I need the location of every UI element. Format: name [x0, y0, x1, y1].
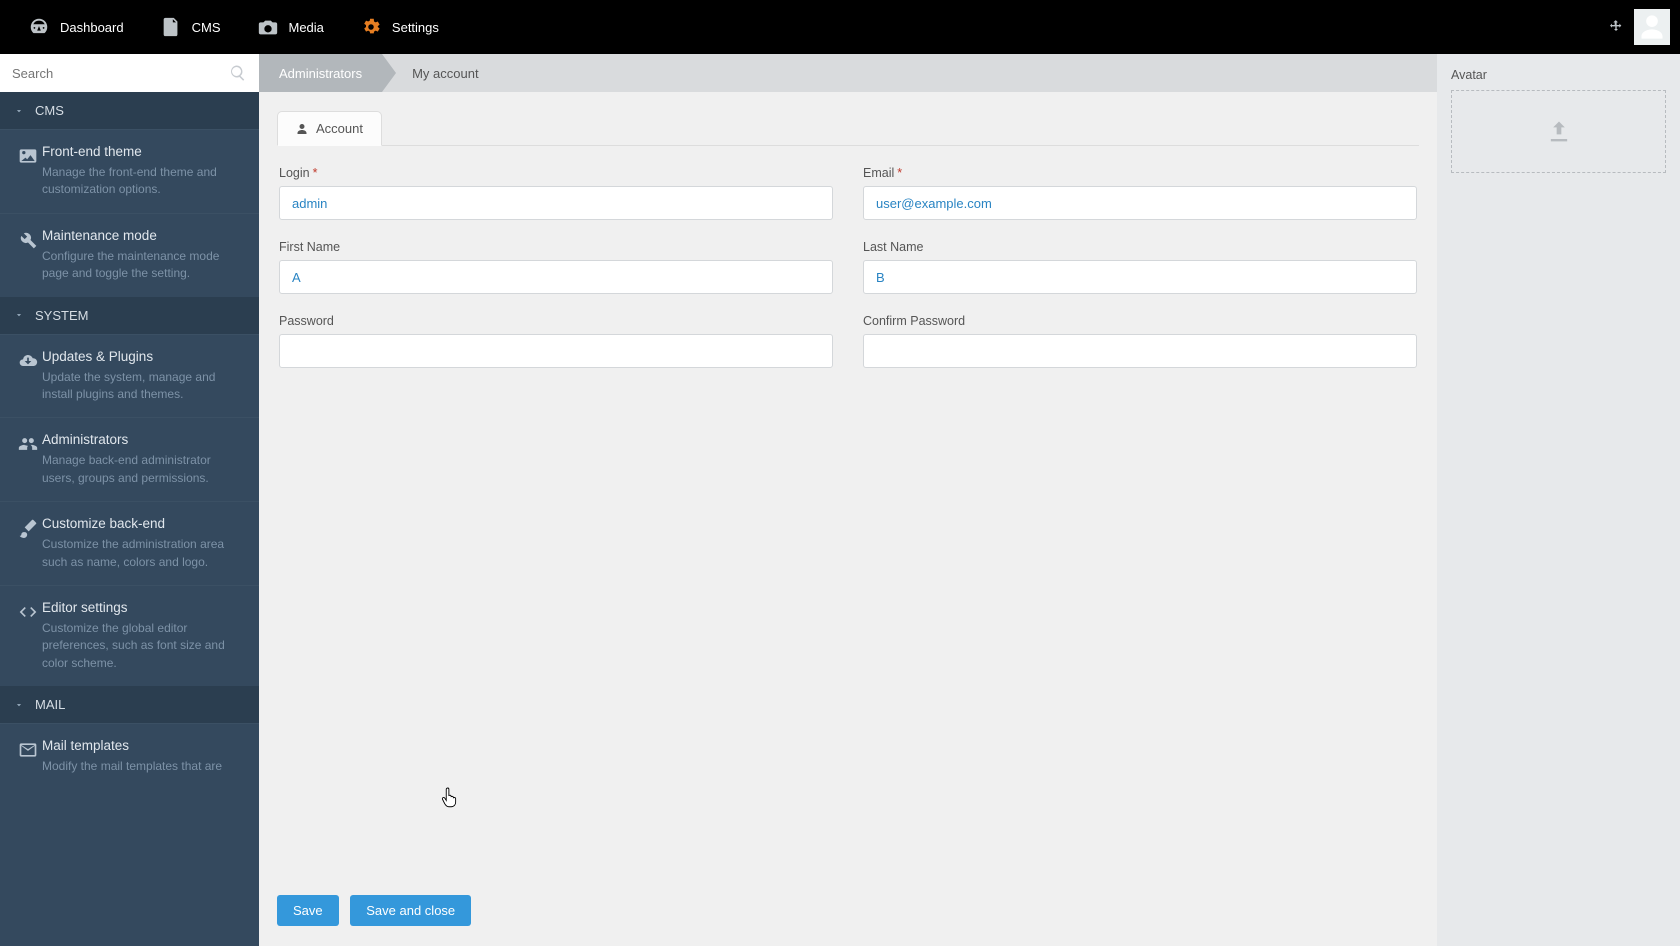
label-confirm-password: Confirm Password [863, 314, 1417, 328]
nav-label: Media [289, 20, 324, 35]
nav-label: Dashboard [60, 20, 124, 35]
wrench-icon [14, 230, 42, 283]
sidebar-item-updates[interactable]: Updates & Plugins Update the system, man… [0, 334, 259, 418]
search-icon[interactable] [229, 64, 247, 82]
sidebar-item-frontend-theme[interactable]: Front-end theme Manage the front-end the… [0, 129, 259, 213]
sidebar-item-editor-settings[interactable]: Editor settings Customize the global edi… [0, 585, 259, 686]
chevron-down-icon [14, 700, 24, 710]
nav-label: CMS [192, 20, 221, 35]
nav-dashboard[interactable]: Dashboard [10, 0, 142, 54]
chevron-down-icon [14, 106, 24, 116]
sidebar-section-system[interactable]: SYSTEM [0, 297, 259, 334]
input-confirm-password[interactable] [863, 334, 1417, 368]
input-last-name[interactable] [863, 260, 1417, 294]
label-last-name: Last Name [863, 240, 1417, 254]
right-panel: Avatar [1437, 54, 1680, 946]
sidebar-item-title: Editor settings [42, 600, 245, 615]
top-nav: Dashboard CMS Media Settings [0, 0, 1680, 54]
breadcrumb-my-account: My account [382, 54, 498, 92]
input-login[interactable] [279, 186, 833, 220]
pages-icon [160, 16, 182, 38]
sidebar-item-maintenance[interactable]: Maintenance mode Configure the maintenan… [0, 213, 259, 297]
section-label: MAIL [35, 697, 65, 712]
input-password[interactable] [279, 334, 833, 368]
save-and-close-button[interactable]: Save and close [350, 895, 471, 926]
sidebar-item-desc: Customize the administration area such a… [42, 536, 245, 571]
envelope-icon [14, 740, 42, 775]
upload-icon [1545, 118, 1573, 146]
camera-icon [257, 16, 279, 38]
sidebar-item-desc: Customize the global editor preferences,… [42, 620, 245, 672]
sidebar-item-desc: Configure the maintenance mode page and … [42, 248, 245, 283]
sidebar: CMS Front-end theme Manage the front-end… [0, 54, 259, 946]
nav-cms[interactable]: CMS [142, 0, 239, 54]
sidebar-item-mail-templates[interactable]: Mail templates Modify the mail templates… [0, 723, 259, 789]
nav-label: Settings [392, 20, 439, 35]
tab-label: Account [316, 121, 363, 136]
nav-media[interactable]: Media [239, 0, 342, 54]
label-email: Email* [863, 166, 1417, 180]
nav-settings[interactable]: Settings [342, 0, 457, 54]
cloud-download-icon [14, 351, 42, 404]
sidebar-item-desc: Manage the front-end theme and customiza… [42, 164, 245, 199]
gears-icon [360, 16, 382, 38]
sidebar-item-title: Administrators [42, 432, 245, 447]
sidebar-item-title: Maintenance mode [42, 228, 245, 243]
gauge-icon [28, 16, 50, 38]
tab-account[interactable]: Account [277, 111, 382, 146]
avatar-label: Avatar [1451, 68, 1666, 82]
breadcrumb: Administrators My account [259, 54, 1437, 92]
search-input[interactable] [12, 66, 229, 81]
avatar-upload[interactable] [1451, 90, 1666, 173]
sidebar-item-desc: Update the system, manage and install pl… [42, 369, 245, 404]
label-first-name: First Name [279, 240, 833, 254]
label-password: Password [279, 314, 833, 328]
sidebar-item-desc: Manage back-end administrator users, gro… [42, 452, 245, 487]
chevron-down-icon [14, 310, 24, 320]
button-bar: Save Save and close [259, 881, 1437, 946]
sidebar-section-mail[interactable]: MAIL [0, 686, 259, 723]
save-button[interactable]: Save [277, 895, 339, 926]
sidebar-item-title: Customize back-end [42, 516, 245, 531]
user-avatar[interactable] [1634, 9, 1670, 45]
user-icon [296, 123, 308, 135]
paintbrush-icon [14, 518, 42, 571]
image-icon [14, 146, 42, 199]
code-icon [14, 602, 42, 672]
sidebar-search [0, 54, 259, 92]
sidebar-item-title: Mail templates [42, 738, 245, 753]
sidebar-item-title: Updates & Plugins [42, 349, 245, 364]
sidebar-item-administrators[interactable]: Administrators Manage back-end administr… [0, 417, 259, 501]
section-label: SYSTEM [35, 308, 88, 323]
section-label: CMS [35, 103, 64, 118]
sidebar-item-title: Front-end theme [42, 144, 245, 159]
sidebar-item-desc: Modify the mail templates that are [42, 758, 245, 775]
sidebar-item-customize-backend[interactable]: Customize back-end Customize the adminis… [0, 501, 259, 585]
sidebar-section-cms[interactable]: CMS [0, 92, 259, 129]
input-first-name[interactable] [279, 260, 833, 294]
input-email[interactable] [863, 186, 1417, 220]
move-icon[interactable] [1608, 19, 1624, 35]
label-login: Login* [279, 166, 833, 180]
users-icon [14, 434, 42, 487]
breadcrumb-administrators[interactable]: Administrators [259, 54, 382, 92]
